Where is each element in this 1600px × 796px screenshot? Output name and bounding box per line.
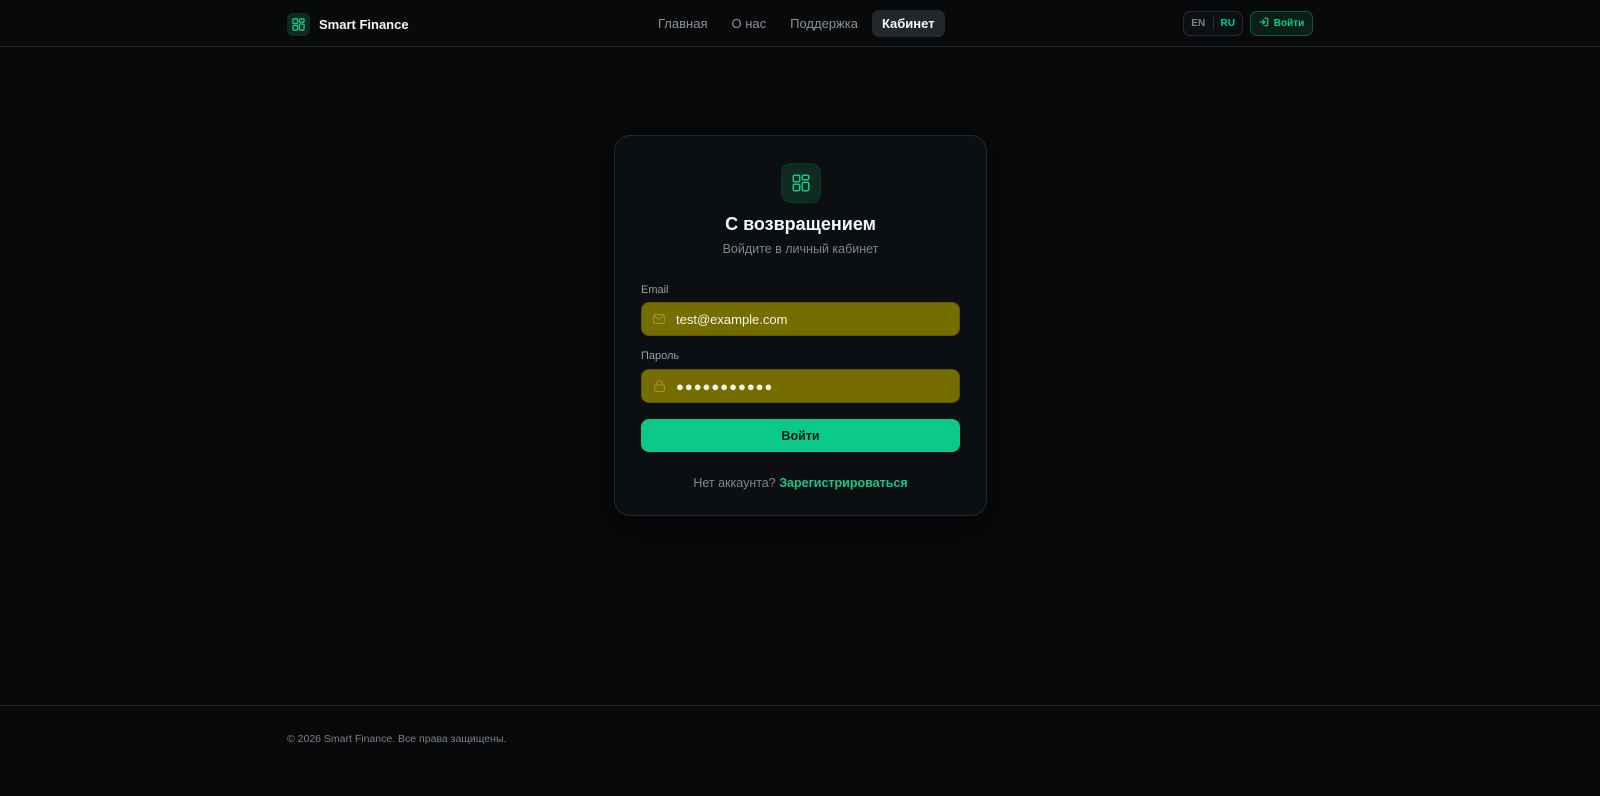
email-input[interactable]: [676, 311, 946, 327]
main-nav: Главная О нас Поддержка Кабинет: [648, 10, 945, 37]
site-footer: © 2026 Smart Finance. Все права защищены…: [0, 705, 1600, 796]
email-field[interactable]: [641, 302, 960, 336]
header-login-button[interactable]: Войти: [1250, 11, 1313, 36]
register-prompt-line: Нет аккаунта? Зарегистрироваться: [615, 476, 986, 490]
lang-ru-button[interactable]: RU: [1214, 12, 1243, 35]
password-field[interactable]: [641, 369, 960, 403]
dashboard-grid-icon: [287, 12, 310, 36]
password-label: Пароль: [641, 350, 680, 362]
email-label: Email: [641, 284, 669, 296]
lang-en-button[interactable]: EN: [1184, 12, 1213, 35]
login-submit-button[interactable]: Войти: [641, 419, 960, 452]
nav-support[interactable]: Поддержка: [780, 10, 868, 37]
lock-icon: [642, 380, 676, 392]
brand-name: Smart Finance: [319, 16, 409, 32]
page-title: С возвращением: [725, 214, 876, 234]
language-switcher: EN RU: [1183, 11, 1243, 36]
dashboard-grid-icon: [781, 163, 821, 203]
register-prompt-text: Нет аккаунта?: [693, 476, 776, 490]
login-arrow-icon: [1259, 17, 1269, 30]
password-input[interactable]: [676, 378, 946, 394]
brand-logo-link[interactable]: Smart Finance: [287, 12, 409, 36]
nav-about[interactable]: О нас: [721, 10, 776, 37]
footer-copyright: © 2026 Smart Finance. Все права защищены…: [287, 733, 507, 745]
register-link[interactable]: Зарегистрироваться: [779, 476, 907, 490]
mail-icon: [642, 314, 676, 324]
site-header: Smart Finance Главная О нас Поддержка Ка…: [0, 0, 1600, 47]
login-card: С возвращением Войдите в личный кабинет …: [614, 135, 987, 516]
page-subtitle: Войдите в личный кабинет: [722, 242, 879, 256]
header-login-label: Войти: [1273, 18, 1305, 29]
nav-cabinet[interactable]: Кабинет: [871, 10, 945, 37]
nav-home[interactable]: Главная: [648, 10, 717, 37]
